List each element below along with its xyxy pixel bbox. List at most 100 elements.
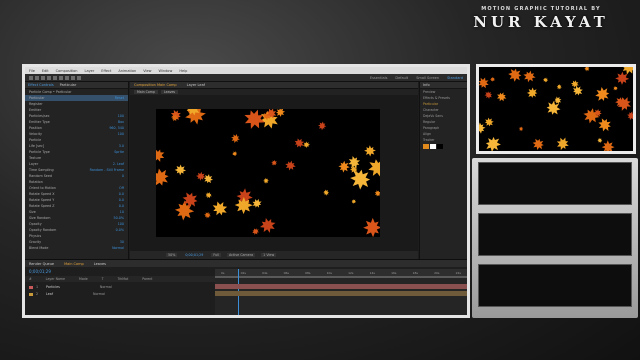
effect-property-label: Particle Comp • Particular [29, 90, 72, 94]
tab-main-comp[interactable]: Main Comp [64, 262, 84, 266]
color-swatch[interactable] [437, 144, 443, 149]
effect-property-row[interactable]: Blend Mode Normal [25, 245, 128, 251]
workspace-essentials[interactable]: Essentials [370, 76, 388, 80]
leaf-particle [627, 111, 633, 121]
leaf-particle [196, 171, 206, 181]
effect-property-value[interactable]: 100 [118, 132, 124, 136]
layer-duration-bar[interactable] [215, 291, 467, 296]
effect-property-value[interactable]: 0 [122, 174, 124, 178]
panel-section[interactable]: Tracker [420, 137, 467, 143]
tab-particular[interactable]: Particular [60, 83, 77, 87]
workspace-small-screen[interactable]: Small Screen [416, 76, 439, 80]
leaf-particle [232, 151, 238, 156]
breadcrumb-leaves[interactable]: Leaves [160, 90, 179, 94]
effect-property-value[interactable]: Random - Still Frame [90, 168, 124, 172]
menu-edit[interactable]: Edit [42, 69, 49, 73]
effect-property-label: Rotate Speed Y [29, 198, 55, 202]
menu-view[interactable]: View [143, 69, 151, 73]
hand-tool-icon[interactable] [35, 75, 39, 80]
effect-property-label: Gravity [29, 240, 42, 244]
tab-composition-main-comp[interactable]: Composition Main Comp [134, 83, 177, 87]
composition-canvas[interactable] [150, 101, 387, 238]
menu-layer[interactable]: Layer [85, 69, 95, 73]
layer-mode[interactable]: Normal [93, 292, 105, 296]
menu-help[interactable]: Help [179, 69, 187, 73]
camera-dropdown[interactable]: Active Camera [226, 253, 256, 257]
effect-property-value[interactable]: 10 [120, 210, 124, 214]
layer-color-label[interactable] [29, 292, 33, 296]
views-dropdown[interactable]: 1 View [261, 253, 277, 257]
effect-property-label: Rotation [29, 180, 43, 184]
color-swatch[interactable] [430, 144, 436, 149]
shape-tool-icon[interactable] [65, 75, 69, 80]
layer-duration-bar[interactable] [215, 284, 467, 289]
layer-name[interactable]: Leaf [46, 292, 53, 296]
layer-column-headers: # Layer Name Mode T TrkMat Parent [25, 276, 215, 282]
camera-tool-icon[interactable] [53, 75, 57, 80]
tab-leaves[interactable]: Leaves [94, 262, 106, 266]
effect-property-value[interactable]: 960, 540 [109, 126, 124, 130]
layer-mode[interactable]: Normal [100, 285, 112, 289]
tab-layer-leaf[interactable]: Layer Leaf [187, 83, 205, 87]
leaf-particle [546, 100, 561, 115]
effect-property-label: Rotate Speed Z [29, 204, 55, 208]
effect-property-label: Opacity Random [29, 228, 57, 232]
effect-property-label: Emitter [29, 108, 42, 112]
effect-property-value[interactable]: 3.0 [119, 144, 124, 148]
menu-file[interactable]: File [29, 69, 35, 73]
resolution-dropdown[interactable]: Full [211, 253, 221, 257]
ruler-tick-label: 06s [283, 270, 289, 275]
pan-behind-tool-icon[interactable] [59, 75, 63, 80]
leaf-particle [497, 92, 507, 102]
menu-animation[interactable]: Animation [118, 69, 136, 73]
effect-property-label: Velocity [29, 132, 42, 136]
effect-property-value[interactable]: Off [119, 186, 124, 190]
effect-property-value[interactable]: 100 [118, 114, 124, 118]
breadcrumb-main-comp[interactable]: Main Comp [134, 90, 158, 94]
effect-property-value[interactable]: 2. Leaf [113, 162, 124, 166]
workspace-standard[interactable]: Standard [447, 76, 463, 80]
menu-effect[interactable]: Effect [101, 69, 111, 73]
timeline-tracks[interactable]: 0s 02s 04s 06s 08s 10s 12s 14s 16s 18s 20s 22s [215, 269, 467, 315]
leaf-particle [252, 198, 262, 208]
zoom-dropdown[interactable]: 50% [166, 253, 178, 257]
effect-property-value[interactable]: 0.0 [119, 192, 124, 196]
leaf-particle [368, 159, 387, 177]
layer-row[interactable]: 2 Leaf Normal [25, 291, 215, 297]
layer-row[interactable]: 1 Particles Normal [25, 284, 215, 290]
effect-property-value[interactable]: Sprite [114, 150, 124, 154]
effect-property-value[interactable]: 0.0 [119, 198, 124, 202]
timeline-tabs: Render Queue Main Comp Leaves [25, 260, 467, 267]
effect-property-value[interactable]: Normal [112, 246, 124, 250]
preview-panel [476, 64, 636, 154]
effect-property-value[interactable]: 50.0% [114, 216, 124, 220]
tool-bar: Essentials Default Small Screen Standard [25, 74, 467, 82]
workspace-default[interactable]: Default [395, 76, 408, 80]
selection-tool-icon[interactable] [29, 75, 33, 80]
zoom-tool-icon[interactable] [41, 75, 45, 80]
effect-property-value[interactable]: 30 [120, 240, 124, 244]
menu-composition[interactable]: Composition [56, 69, 78, 73]
viewer-controls: 50% 0;00;01;29 Full Active Camera 1 View [130, 251, 418, 259]
text-tool-icon[interactable] [77, 75, 81, 80]
time-ruler[interactable]: 0s 02s 04s 06s 08s 10s 12s 14s 16s 18s 20s 22s [215, 269, 467, 276]
work-area-bar[interactable] [215, 276, 467, 278]
tab-effect-controls[interactable]: Effect Controls [28, 83, 54, 87]
timeline-timecode[interactable]: 0;00;01;29 [29, 269, 51, 274]
preview-leaves-render [479, 67, 633, 151]
effect-property-value[interactable]: Reset [115, 96, 124, 100]
menu-window[interactable]: Window [159, 69, 173, 73]
viewer-timecode[interactable]: 0;00;01;29 [183, 253, 205, 257]
leaf-particle [364, 145, 376, 157]
layer-name[interactable]: Particles [46, 285, 60, 289]
tab-render-queue[interactable]: Render Queue [29, 262, 54, 266]
leaf-particle [204, 211, 211, 219]
color-swatch[interactable] [423, 144, 429, 149]
pen-tool-icon[interactable] [71, 75, 75, 80]
layer-color-label[interactable] [29, 285, 33, 289]
effect-property-value[interactable]: 0.0 [119, 204, 124, 208]
effect-property-value[interactable]: 100 [118, 222, 124, 226]
rotate-tool-icon[interactable] [47, 75, 51, 80]
effect-property-value[interactable]: 0.0% [116, 228, 124, 232]
effect-property-value[interactable]: Box [118, 120, 124, 124]
